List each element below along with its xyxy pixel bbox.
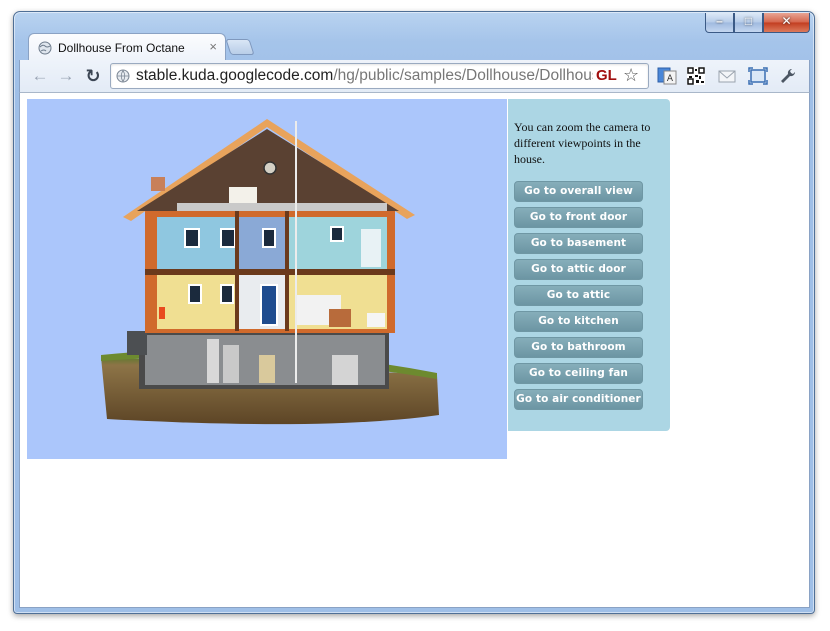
- wrench-icon[interactable]: [779, 67, 799, 85]
- dollhouse-illustration: [101, 119, 439, 425]
- qr-code-icon[interactable]: [686, 67, 706, 85]
- goto-kitchen-button[interactable]: Go to kitchen: [514, 311, 643, 332]
- url-path: /hg/public/samples/Dollhouse/Dollhouse: [333, 67, 593, 84]
- gl-badge[interactable]: GL: [596, 67, 617, 84]
- mail-icon[interactable]: [717, 67, 737, 85]
- forward-arrow-icon[interactable]: →: [56, 66, 76, 86]
- star-icon[interactable]: ☆: [623, 65, 639, 86]
- goto-air-conditioner-button[interactable]: Go to air conditioner: [514, 389, 643, 410]
- goto-front-door-button[interactable]: Go to front door: [514, 207, 643, 228]
- goto-overall-view-button[interactable]: Go to overall view: [514, 181, 643, 202]
- globe-icon: [116, 69, 130, 83]
- globe-icon: [38, 41, 52, 55]
- dollhouse-3d-view[interactable]: [27, 99, 507, 459]
- minimize-button[interactable]: –: [705, 13, 734, 33]
- goto-attic-button[interactable]: Go to attic: [514, 285, 643, 306]
- tab-dollhouse[interactable]: Dollhouse From Octane ×: [28, 33, 226, 61]
- tab-title: Dollhouse From Octane: [58, 41, 185, 55]
- goto-attic-door-button[interactable]: Go to attic door: [514, 259, 643, 280]
- url-text: stable.kuda.googlecode.com/hg/public/sam…: [136, 67, 593, 85]
- goto-bathroom-button[interactable]: Go to bathroom: [514, 337, 643, 358]
- fullscreen-icon[interactable]: [748, 67, 768, 85]
- goto-basement-button[interactable]: Go to basement: [514, 233, 643, 254]
- browser-window: – □ ✕ Dollhouse From Octane × ← → ↻ stab…: [13, 11, 815, 614]
- viewpoint-panel: You can zoom the camera to different vie…: [508, 99, 670, 431]
- maximize-button[interactable]: □: [734, 13, 763, 33]
- url-host: stable.kuda.googlecode.com: [136, 67, 334, 84]
- page-content: You can zoom the camera to different vie…: [19, 92, 810, 608]
- maximize-icon: □: [744, 14, 753, 28]
- close-window-button[interactable]: ✕: [763, 13, 810, 33]
- window-controls: – □ ✕: [705, 13, 810, 33]
- browser-toolbar: ← → ↻ stable.kuda.googlecode.com/hg/publ…: [19, 60, 810, 92]
- svg-text:A: A: [667, 74, 674, 84]
- close-icon: ✕: [781, 14, 792, 28]
- translate-icon[interactable]: A: [657, 67, 677, 85]
- reload-icon[interactable]: ↻: [83, 66, 103, 86]
- back-arrow-icon[interactable]: ←: [30, 66, 50, 86]
- minimize-icon: –: [716, 14, 723, 28]
- tab-close-icon[interactable]: ×: [209, 39, 217, 54]
- new-tab-button[interactable]: [225, 39, 255, 55]
- address-bar[interactable]: stable.kuda.googlecode.com/hg/public/sam…: [110, 63, 649, 89]
- goto-ceiling-fan-button[interactable]: Go to ceiling fan: [514, 363, 643, 384]
- panel-intro-text: You can zoom the camera to different vie…: [514, 120, 651, 166]
